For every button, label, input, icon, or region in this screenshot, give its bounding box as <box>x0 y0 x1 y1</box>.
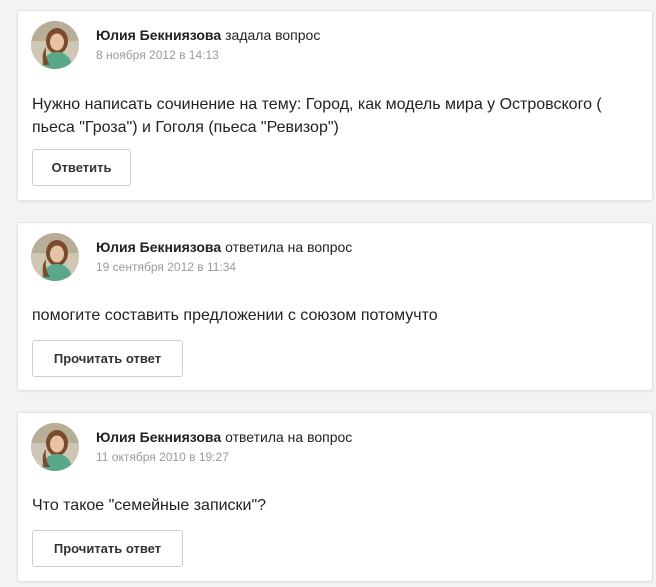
activity-feed: Юлия Бекниязова задала вопрос 8 ноября 20… <box>0 0 656 587</box>
user-photo-icon <box>31 233 79 281</box>
post-text: Нужно написать сочинение на тему: Город,… <box>32 96 602 136</box>
feed-card: Юлия Бекниязова ответила на вопрос 11 окт… <box>17 412 653 582</box>
post-meta: Юлия Бекниязова ответила на вопрос 11 окт… <box>96 429 352 464</box>
author-name[interactable]: Юлия Бекниязова <box>96 429 221 445</box>
post-text: Что такое "семейные записки"? <box>32 497 267 514</box>
avatar[interactable] <box>31 233 79 281</box>
feed-card: Юлия Бекниязова ответила на вопрос 19 сен… <box>17 222 653 391</box>
answer-button[interactable]: Ответить <box>32 149 131 186</box>
post-date: 11 октября 2010 в 19:27 <box>96 450 229 464</box>
action-text: ответила на вопрос <box>225 239 353 255</box>
read-answer-button[interactable]: Прочитать ответ <box>32 530 183 567</box>
post-text: помогите составить предложении с союзом … <box>32 307 438 324</box>
post-meta: Юлия Бекниязова ответила на вопрос 19 сен… <box>96 239 352 274</box>
action-text: ответила на вопрос <box>225 429 353 445</box>
post-date: 8 ноября 2012 в 14:13 <box>96 48 219 62</box>
post-meta: Юлия Бекниязова задала вопрос 8 ноября 20… <box>96 27 320 62</box>
post-date: 19 сентября 2012 в 11:34 <box>96 260 237 274</box>
avatar[interactable] <box>31 21 79 69</box>
author-name[interactable]: Юлия Бекниязова <box>96 239 221 255</box>
avatar[interactable] <box>31 423 79 471</box>
action-text: задала вопрос <box>225 27 321 43</box>
user-photo-icon <box>31 21 79 69</box>
read-answer-button[interactable]: Прочитать ответ <box>32 340 183 377</box>
user-photo-icon <box>31 423 79 471</box>
feed-card: Юлия Бекниязова задала вопрос 8 ноября 20… <box>17 10 653 201</box>
author-name[interactable]: Юлия Бекниязова <box>96 27 221 43</box>
